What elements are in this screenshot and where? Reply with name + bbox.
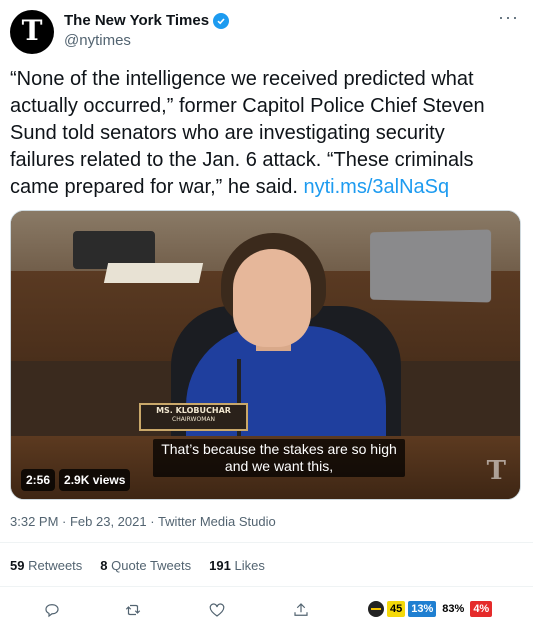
avatar[interactable]: T bbox=[10, 10, 54, 54]
video-player[interactable]: MS. KLOBUCHAR CHAIRWOMAN That’s because … bbox=[10, 210, 521, 500]
tweet-timestamp[interactable]: 3:32 PM · Feb 23, 2021 bbox=[10, 514, 147, 529]
extension-value-2: 13% bbox=[408, 601, 437, 617]
browser-extension-badges[interactable]: 45 13% 83% 4% bbox=[368, 600, 493, 618]
nameplate-name: MS. KLOBUCHAR bbox=[156, 406, 231, 415]
author-block: The New York Times @nytimes bbox=[64, 12, 230, 49]
more-icon[interactable]: ··· bbox=[498, 8, 519, 26]
retweet-icon[interactable] bbox=[121, 598, 145, 622]
action-bar: 45 13% 83% 4% bbox=[0, 598, 533, 622]
extension-value-4: 4% bbox=[470, 601, 493, 617]
verified-badge-icon bbox=[213, 12, 230, 29]
display-name[interactable]: The New York Times bbox=[64, 12, 209, 29]
handle[interactable]: @nytimes bbox=[64, 32, 229, 49]
view-count: 2.9K views bbox=[59, 469, 131, 491]
nameplate: MS. KLOBUCHAR CHAIRWOMAN bbox=[139, 403, 248, 431]
video-caption: That’s because the stakes are so high an… bbox=[153, 439, 405, 477]
video-duration: 2:56 bbox=[21, 469, 56, 491]
divider bbox=[0, 542, 533, 543]
likes-stat[interactable]: 191 Likes bbox=[209, 558, 265, 573]
tweet-text: “None of the intelligence we received pr… bbox=[10, 66, 510, 201]
tweet-link[interactable]: nyti.ms/3alNaSq bbox=[303, 176, 449, 198]
quote-tweets-stat[interactable]: 8 Quote Tweets bbox=[100, 558, 191, 573]
nyt-watermark-logo: T bbox=[486, 456, 506, 486]
divider bbox=[0, 586, 533, 587]
tweet-stats: 59 Retweets 8 Quote Tweets 191 Likes bbox=[10, 558, 265, 573]
avatar-logo: T bbox=[21, 14, 43, 47]
tweet-source[interactable]: Twitter Media Studio bbox=[158, 514, 276, 529]
like-icon[interactable] bbox=[205, 598, 229, 622]
reply-icon[interactable] bbox=[40, 598, 64, 622]
retweets-stat[interactable]: 59 Retweets bbox=[10, 558, 82, 573]
extension-value-1: 45 bbox=[387, 601, 406, 617]
tweet-meta: 3:32 PM · Feb 23, 2021 · Twitter Media S… bbox=[10, 514, 276, 529]
share-icon[interactable] bbox=[289, 598, 313, 622]
nameplate-title: CHAIRWOMAN bbox=[172, 416, 215, 423]
video-info: 2:56 2.9K views bbox=[21, 469, 131, 491]
extension-value-3: 83% bbox=[442, 603, 465, 615]
meta-separator: · bbox=[150, 514, 158, 529]
tweet-header: T The New York Times @nytimes ··· bbox=[10, 8, 523, 58]
extension-icon bbox=[368, 601, 384, 617]
